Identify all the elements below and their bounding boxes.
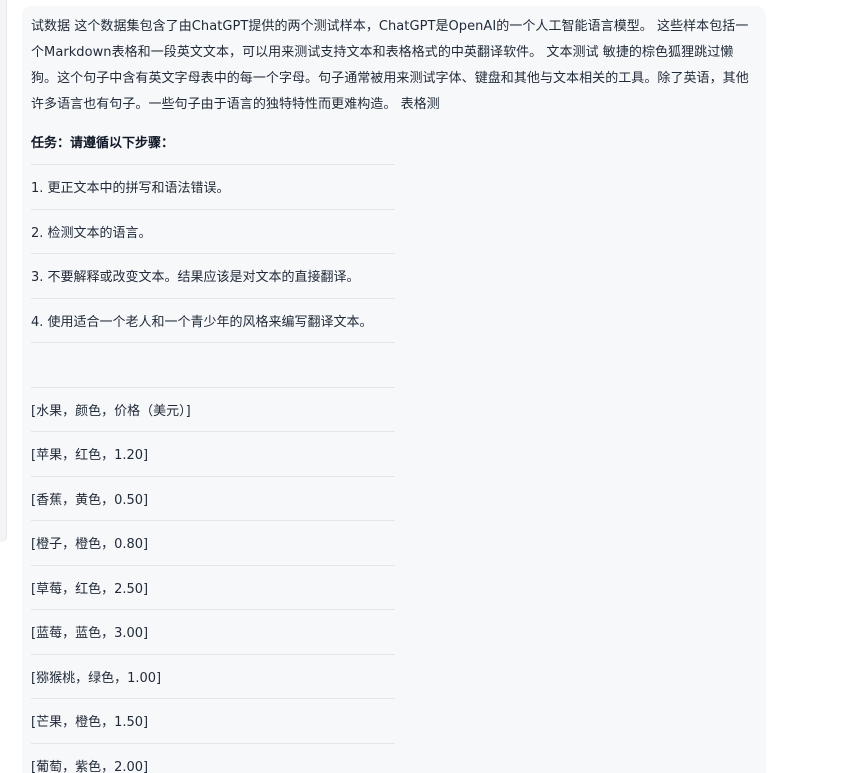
adjacent-panel-edge xyxy=(0,0,7,542)
table-row-strawberry: [草莓，红色，2.50] xyxy=(31,566,395,610)
table-row-apple: [苹果，红色，1.20] xyxy=(31,432,395,477)
step-item-1: 1. 更正文本中的拼写和语法错误。 xyxy=(31,165,395,210)
blank-row xyxy=(31,343,395,388)
user-message-bubble: 试数据 这个数据集包含了由ChatGPT提供的两个测试样本，ChatGPT是Op… xyxy=(22,6,766,773)
message-intro-text: 试数据 这个数据集包含了由ChatGPT提供的两个测试样本，ChatGPT是Op… xyxy=(31,19,749,112)
table-row-mango: [芒果，橙色，1.50] xyxy=(31,699,395,744)
message-line-list: 1. 更正文本中的拼写和语法错误。 2. 检测文本的语言。 3. 不要解释或改变… xyxy=(31,164,395,773)
table-row-banana: [香蕉，黄色，0.50] xyxy=(31,477,395,521)
chat-view: 试数据 这个数据集包含了由ChatGPT提供的两个测试样本，ChatGPT是Op… xyxy=(0,0,855,773)
step-item-4: 4. 使用适合一个老人和一个青少年的风格来编写翻译文本。 xyxy=(31,299,395,343)
step-item-2: 2. 检测文本的语言。 xyxy=(31,210,395,254)
table-row-kiwi: [猕猴桃，绿色，1.00] xyxy=(31,655,395,699)
task-heading: 任务：请遵循以下步骤： xyxy=(31,136,175,151)
table-header-row: [水果，颜色，价格（美元）] xyxy=(31,388,395,432)
step-item-3: 3. 不要解释或改变文本。结果应该是对文本的直接翻译。 xyxy=(31,254,395,299)
table-row-blueberry: [蓝莓，蓝色，3.00] xyxy=(31,610,395,655)
table-row-orange: [橙子，橙色，0.80] xyxy=(31,521,395,566)
table-row-grape: [葡萄，紫色，2.00] xyxy=(31,744,395,773)
